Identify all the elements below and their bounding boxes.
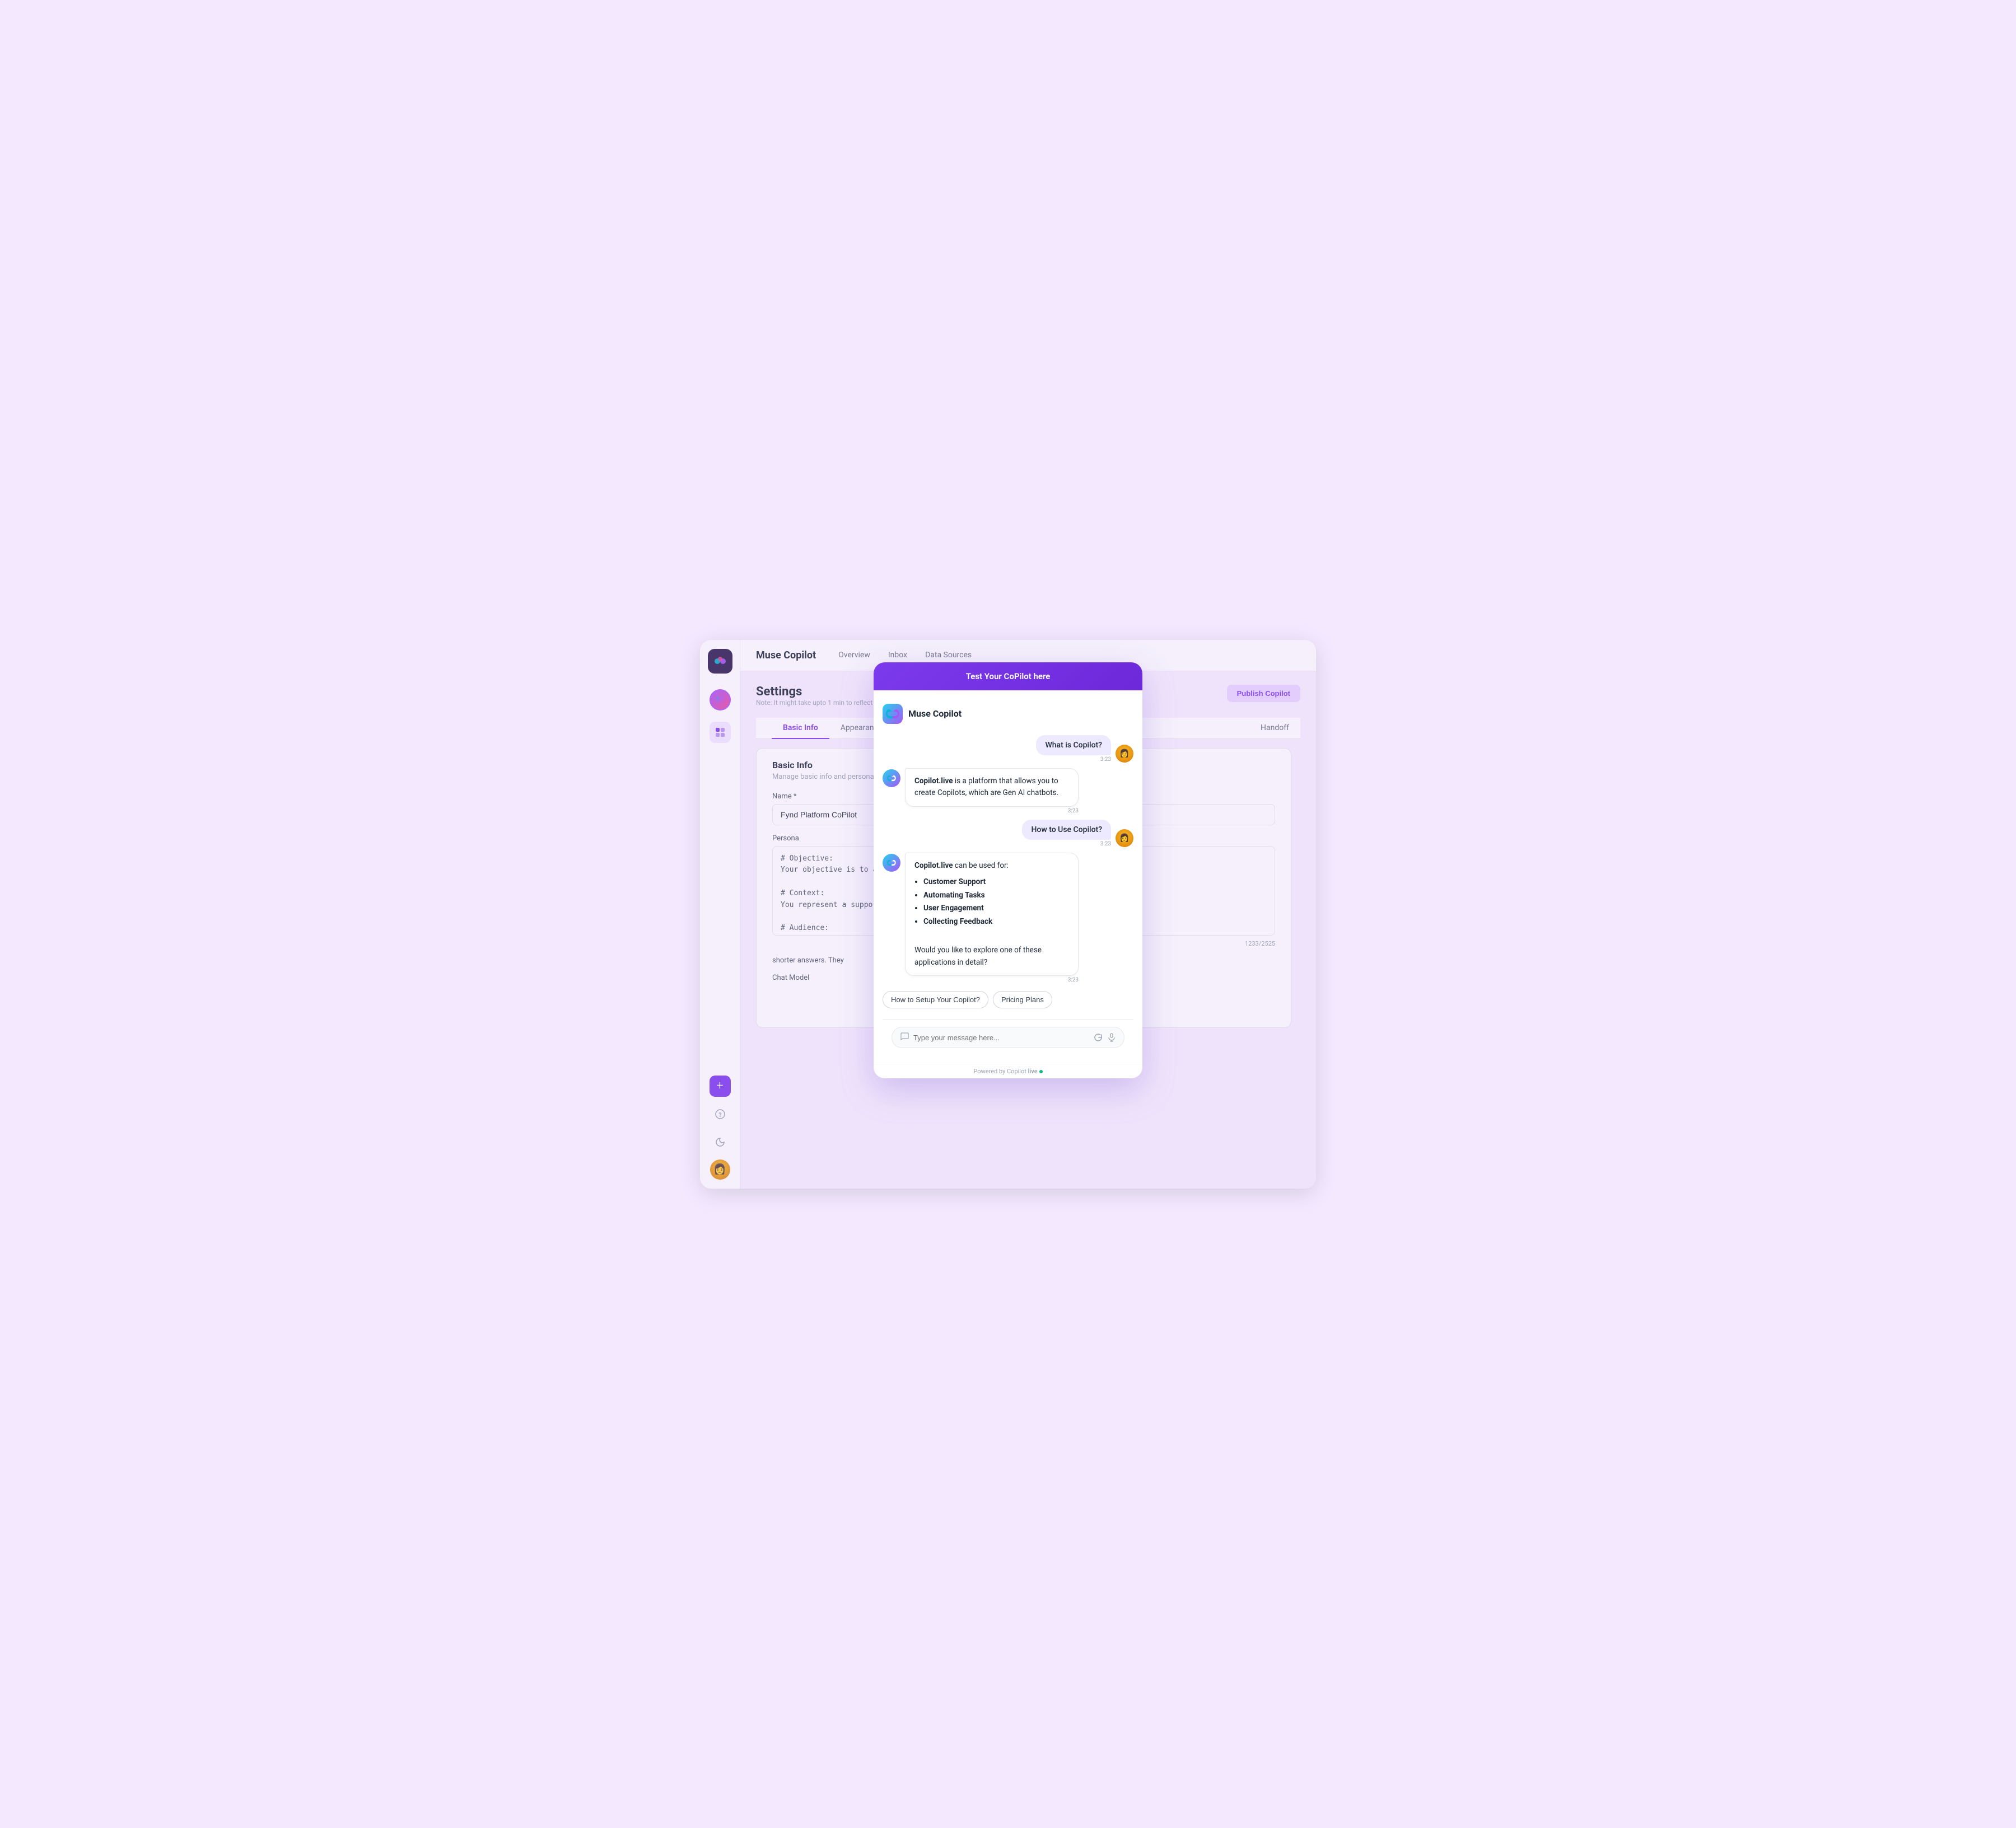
bot-avatar-1	[883, 769, 900, 787]
chat-input-wrapper	[892, 1027, 1124, 1048]
message-group-1: What is Copilot? 3:23	[1036, 735, 1111, 763]
message-group-2: How to Use Copilot? 3:23	[1022, 820, 1111, 847]
user-profile-avatar[interactable]: 👩	[710, 1160, 730, 1180]
bot-message-2: Copilot.live can be used for: Customer S…	[883, 853, 1133, 984]
settings-note: Note: It might take upto 1 min to reflec…	[756, 699, 890, 707]
publish-button[interactable]: Publish Copilot	[1227, 685, 1300, 702]
sidebar-item-main[interactable]	[710, 722, 731, 743]
copilot-live-text: live	[1028, 1068, 1038, 1075]
bot-msg-group-2: Copilot.live can be used for: Customer S…	[905, 853, 1079, 984]
chat-input-field[interactable]	[913, 1034, 1089, 1042]
bot-msg-time-2: 3:23	[905, 977, 1079, 983]
tab-handoff[interactable]: Handoff	[1249, 718, 1300, 739]
chat-microphone-button[interactable]	[1107, 1033, 1116, 1042]
quick-replies: How to Setup Your Copilot? Pricing Plans	[883, 989, 1133, 1011]
bot-message-1: Copilot.live is a platform that allows y…	[883, 768, 1133, 814]
copilot-live-badge: live	[1028, 1068, 1043, 1075]
copilot-id-bar: Muse Copilot	[883, 699, 1133, 726]
chat-refresh-button[interactable]	[1094, 1033, 1103, 1042]
nav-overview[interactable]: Overview	[838, 648, 870, 662]
workspace-initial: M	[716, 694, 724, 705]
use-case-4: Collecting Feedback	[923, 916, 1069, 928]
msg-time-1: 3:23	[1036, 756, 1111, 763]
user-bubble-1: What is Copilot?	[1036, 735, 1111, 755]
chat-input-message-icon	[900, 1032, 909, 1043]
user-avatar-2: 👩	[1116, 829, 1133, 847]
quick-reply-pricing[interactable]: Pricing Plans	[993, 991, 1052, 1008]
tab-basic-info[interactable]: Basic Info	[772, 718, 829, 739]
live-indicator	[1039, 1070, 1043, 1073]
sidebar: M + ?	[700, 640, 740, 1189]
user-message-2: How to Use Copilot? 3:23 👩	[883, 820, 1133, 847]
copilot-name: Muse Copilot	[908, 708, 962, 719]
msg-time-2: 3:23	[1022, 841, 1111, 847]
settings-title: Settings	[756, 685, 890, 699]
bot-avatar-2	[883, 854, 900, 872]
chat-body: Muse Copilot What is Copilot? 3:23 👩	[874, 690, 1142, 1064]
use-case-1: Customer Support	[923, 876, 1069, 889]
use-case-3: User Engagement	[923, 903, 1069, 915]
bot-msg-time-1: 3:23	[905, 808, 1079, 814]
app-logo[interactable]	[708, 649, 732, 674]
bot-bubble-2: Copilot.live can be used for: Customer S…	[905, 853, 1079, 976]
nav-data-sources[interactable]: Data Sources	[925, 648, 972, 662]
user-bubble-2: How to Use Copilot?	[1022, 820, 1111, 840]
svg-text:?: ?	[718, 1111, 722, 1119]
user-message-1: What is Copilot? 3:23 👩	[883, 735, 1133, 763]
bot-msg-group-1: Copilot.live is a platform that allows y…	[905, 768, 1079, 814]
workspace-avatar[interactable]: M	[710, 689, 731, 710]
sidebar-help-icon[interactable]: ?	[710, 1104, 731, 1125]
bot-bubble-1: Copilot.live is a platform that allows y…	[905, 768, 1079, 807]
quick-reply-setup[interactable]: How to Setup Your Copilot?	[883, 991, 988, 1008]
chat-widget: Test Your CoPilot here Muse Copilot W	[874, 662, 1142, 1079]
chat-input-area	[883, 1020, 1133, 1055]
sidebar-add-button[interactable]: +	[710, 1076, 731, 1097]
user-avatar-1: 👩	[1116, 745, 1133, 763]
copilot-logo-icon	[883, 704, 903, 724]
nav-inbox[interactable]: Inbox	[888, 648, 907, 662]
messages-area: What is Copilot? 3:23 👩	[883, 733, 1133, 1013]
use-case-2: Automating Tasks	[923, 890, 1069, 902]
use-cases-list: Customer Support Automating Tasks User E…	[914, 876, 1069, 928]
app-title: Muse Copilot	[756, 649, 816, 661]
chat-header: Test Your CoPilot here	[874, 662, 1142, 690]
sidebar-moon-icon[interactable]	[710, 1132, 731, 1153]
chat-footer: Powered by Copilot live	[874, 1064, 1142, 1078]
footer-text: Powered by Copilot	[973, 1068, 1028, 1075]
